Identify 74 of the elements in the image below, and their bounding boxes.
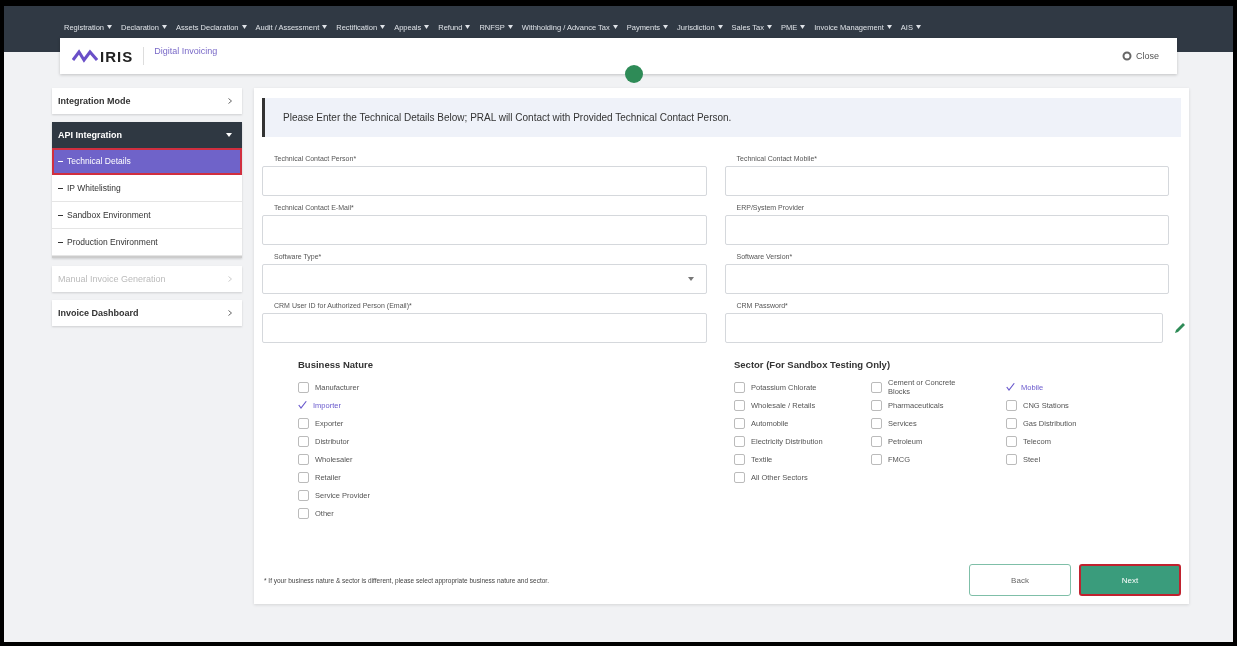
checkbox[interactable] bbox=[734, 435, 745, 447]
input-field[interactable] bbox=[262, 215, 707, 245]
dash-icon bbox=[58, 160, 63, 162]
caret-icon bbox=[465, 25, 471, 29]
dash-icon bbox=[58, 214, 63, 216]
checkbox[interactable] bbox=[1006, 453, 1017, 465]
dash-icon bbox=[58, 241, 63, 243]
checkbox[interactable] bbox=[734, 417, 745, 429]
caret-icon bbox=[507, 25, 513, 29]
caret-icon bbox=[380, 25, 386, 29]
checkbox[interactable] bbox=[298, 453, 309, 465]
logo-text: IRIS bbox=[100, 47, 134, 65]
chevron-right-icon bbox=[228, 310, 232, 316]
caret-icon bbox=[612, 25, 618, 29]
checkbox[interactable] bbox=[734, 471, 745, 483]
caret-icon bbox=[766, 25, 772, 29]
sidebar-subitem[interactable]: Sandbox Environment bbox=[52, 202, 242, 229]
caret-icon bbox=[226, 133, 232, 137]
checkbox[interactable] bbox=[298, 471, 309, 483]
caret-icon bbox=[663, 25, 669, 29]
back-button[interactable]: Back bbox=[969, 564, 1071, 596]
section-heading: Business Nature bbox=[298, 359, 374, 370]
sidebar-item[interactable]: Integration Mode bbox=[52, 88, 242, 114]
checkbox[interactable] bbox=[298, 435, 309, 447]
input-field[interactable] bbox=[262, 166, 707, 196]
sidebar-subitem[interactable]: Technical Details bbox=[52, 148, 242, 175]
input-field[interactable] bbox=[724, 166, 1169, 196]
checkbox[interactable] bbox=[298, 381, 309, 393]
chevron-right-icon bbox=[228, 98, 232, 104]
checkbox[interactable] bbox=[734, 453, 745, 465]
caret-icon bbox=[717, 25, 723, 29]
pencil-icon[interactable] bbox=[1173, 321, 1187, 335]
sidebar-item[interactable]: API Integration bbox=[52, 122, 242, 148]
caret-icon bbox=[322, 25, 328, 29]
checkbox[interactable] bbox=[871, 399, 882, 411]
caret-icon bbox=[161, 25, 167, 29]
checkbox[interactable] bbox=[298, 507, 309, 519]
collapse-button[interactable] bbox=[625, 65, 643, 83]
close-button[interactable]: Close bbox=[1116, 50, 1165, 62]
caret-icon bbox=[915, 25, 921, 29]
caret-icon bbox=[107, 25, 113, 29]
checkbox[interactable] bbox=[1006, 382, 1015, 392]
checkbox[interactable] bbox=[871, 381, 882, 393]
sidebar-subitem[interactable]: IP Whitelisting bbox=[52, 175, 242, 202]
dash-icon bbox=[58, 187, 63, 189]
page-title: Digital Invoicing bbox=[154, 46, 218, 56]
caret-icon bbox=[424, 25, 430, 29]
checkbox[interactable] bbox=[298, 400, 307, 410]
caret-icon bbox=[800, 25, 806, 29]
sidebar-subitem[interactable]: Production Environment bbox=[52, 229, 242, 256]
checkbox[interactable] bbox=[298, 417, 309, 429]
caret-icon bbox=[687, 277, 694, 281]
checkbox[interactable] bbox=[1006, 435, 1017, 447]
checkbox[interactable] bbox=[734, 381, 745, 393]
checkbox[interactable] bbox=[1006, 417, 1017, 429]
checkbox[interactable] bbox=[871, 435, 882, 447]
caret-icon bbox=[241, 25, 247, 29]
checkbox[interactable] bbox=[298, 489, 309, 501]
checkbox[interactable] bbox=[734, 399, 745, 411]
sidebar-item[interactable]: Invoice Dashboard bbox=[52, 300, 242, 326]
notice-banner: Please Enter the Technical Details Below; PRAL will Contact with Provided Technical Contact Person. bbox=[262, 98, 1181, 137]
gear-icon bbox=[1122, 51, 1132, 61]
caret-icon bbox=[886, 25, 892, 29]
software-type-dropdown[interactable] bbox=[262, 264, 707, 294]
checkbox[interactable] bbox=[871, 453, 882, 465]
password-field[interactable] bbox=[724, 313, 1163, 343]
checkbox[interactable] bbox=[871, 417, 882, 429]
input-field[interactable] bbox=[724, 215, 1169, 245]
logo-icon bbox=[72, 49, 98, 63]
chevron-right-icon bbox=[228, 276, 232, 282]
input-field[interactable] bbox=[262, 313, 707, 343]
checkbox[interactable] bbox=[1006, 399, 1017, 411]
section-heading: Sector (For Sandbox Testing Only) bbox=[734, 359, 892, 370]
input-field[interactable] bbox=[724, 264, 1169, 294]
